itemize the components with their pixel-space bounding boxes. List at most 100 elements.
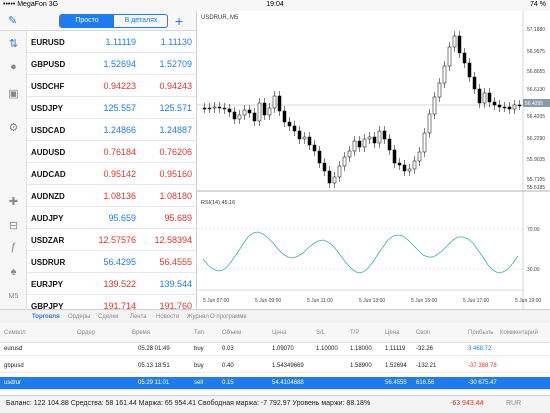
quote-ask: 191.760 xyxy=(159,301,192,309)
column-header[interactable]: Ордер xyxy=(77,330,95,336)
quote-bid: 1.11119 xyxy=(105,37,136,47)
column-header[interactable]: Символ xyxy=(4,330,26,336)
candle-body xyxy=(327,170,332,184)
trade-cell-type: sell xyxy=(194,380,204,386)
terminal-tab[interactable]: Ордеры xyxy=(68,314,90,320)
terminal-tab[interactable]: Торговля xyxy=(32,314,60,320)
terminal-tab[interactable]: Новости xyxy=(156,314,179,320)
sidebar: ⇅ ● ▣ ⚙ ✚ ⊟ ƒ ♠ M5 xyxy=(0,31,27,309)
quote-row[interactable]: USDJPY 125.557 125.571 xyxy=(27,97,196,119)
chat-icon[interactable]: ● xyxy=(0,61,27,73)
column-header[interactable]: Прибыль xyxy=(468,330,493,336)
candle-body xyxy=(297,130,302,140)
trade-cell-volume: 0.40 xyxy=(222,363,234,369)
indicator-icon[interactable]: ƒ xyxy=(0,241,27,253)
candle-body xyxy=(252,112,257,122)
candle-body xyxy=(352,140,357,152)
trade-row[interactable]: gbpusd 05.13 18:51 buy 0.40 1.54349669 1.5890… xyxy=(0,360,550,373)
column-header[interactable]: T/P xyxy=(350,330,359,336)
column-header[interactable]: Комментарий xyxy=(500,330,538,336)
quote-row[interactable]: AUDNZD 1.08136 1.08180 xyxy=(27,185,196,207)
trade-cell-price: 54.4104688 xyxy=(272,380,304,386)
quote-ask: 12.58394 xyxy=(154,235,192,245)
trade-row[interactable]: eurusd 05.28 01:49 buy 0.03 1.09070 1.10000 1.… xyxy=(0,343,550,356)
quote-row[interactable]: AUDJPY 95.659 95.689 xyxy=(27,207,196,229)
candle-body xyxy=(317,150,322,164)
trade-cell-cur: 1.11119 xyxy=(385,346,406,352)
column-header[interactable]: Время xyxy=(132,330,150,336)
candle-body xyxy=(247,109,252,114)
candle-body xyxy=(447,46,452,67)
quote-ask: 1.08180 xyxy=(159,191,192,201)
settings-icon[interactable]: ⚙ xyxy=(0,121,27,134)
currency-label: RUR xyxy=(506,400,522,407)
candle-body xyxy=(237,114,242,120)
candle-body xyxy=(357,140,362,148)
tab-detailed[interactable]: В деталях xyxy=(114,15,167,27)
candle-body xyxy=(432,96,437,115)
column-header[interactable]: Объем xyxy=(222,330,241,336)
timeframe-icon[interactable]: M5 xyxy=(0,293,27,300)
document-icon[interactable]: ▣ xyxy=(0,87,27,100)
terminal-tab[interactable]: О программе xyxy=(210,314,247,320)
tab-simple[interactable]: Просто xyxy=(60,15,114,27)
chart-canvas: USDRUR, M5 56.4295 57.1880 56.9975 56.8055… xyxy=(197,11,550,309)
trade-cell-profit: -30 675.47 xyxy=(468,380,497,386)
candle-body xyxy=(502,106,507,109)
add-symbol-icon[interactable]: + xyxy=(175,14,183,28)
quote-row[interactable]: USDCHF 0.94223 0.94243 xyxy=(27,75,196,97)
quote-row[interactable]: AUDUSD 0.76184 0.76206 xyxy=(27,141,196,163)
column-header[interactable]: Своп xyxy=(416,330,430,336)
quote-row[interactable]: EURUSD 1.11119 1.11130 xyxy=(27,31,196,53)
screen: ••••• MegaFon 3G 19:04 74 % ✎ Просто В д… xyxy=(0,0,550,413)
quote-row[interactable]: EURJPY 139.522 139.544 xyxy=(27,273,196,295)
objects-icon[interactable]: ⊟ xyxy=(0,219,27,232)
candle-body xyxy=(442,65,447,84)
terminal-tab[interactable]: Сделки xyxy=(98,314,118,320)
candle-body xyxy=(462,52,467,64)
trade-cell-swap: -32.26 xyxy=(416,346,434,352)
quote-row[interactable]: AUDCAD 0.95142 0.95160 xyxy=(27,163,196,185)
quote-row[interactable]: GBPJPY 191.714 191.760 xyxy=(27,295,196,309)
quote-symbol: USDCHF xyxy=(31,82,65,91)
rsi-tick-label: 70.00 xyxy=(527,227,540,233)
view-mode-segmented[interactable]: Просто В деталях xyxy=(59,14,168,28)
quotes-icon[interactable]: ⇅ xyxy=(0,37,27,50)
candle-body xyxy=(482,92,487,104)
candle-body xyxy=(262,102,267,116)
quote-ask: 139.544 xyxy=(159,279,192,289)
trade-cell-cur: 56.4555 xyxy=(385,380,407,386)
price-tick-label: 56.2290 xyxy=(527,136,545,142)
shapes-icon[interactable]: ♠ xyxy=(0,266,27,278)
quote-symbol: USDJPY xyxy=(31,104,64,113)
crosshair-icon[interactable]: ✚ xyxy=(0,195,27,208)
column-header[interactable]: Цена xyxy=(272,330,286,336)
quote-row[interactable]: GBPUSD 1.52694 1.52709 xyxy=(27,53,196,75)
candle-body xyxy=(267,107,272,116)
quote-row[interactable]: USDRUR 56.4295 56.4555 xyxy=(27,251,196,273)
status-bar: ••••• MegaFon 3G 19:04 74 % xyxy=(0,0,550,11)
candle-body xyxy=(472,76,477,90)
quote-row[interactable]: USDZAR 12.57576 12.58394 xyxy=(27,229,196,251)
candle-body xyxy=(322,162,327,172)
trade-cell-price: 1.54349669 xyxy=(272,363,304,369)
price-chart[interactable]: USDRUR, M5 56.4295 57.1880 56.9975 56.8055… xyxy=(196,11,550,309)
terminal-tab[interactable]: Журнал xyxy=(187,314,209,320)
terminal-tab[interactable]: Лента xyxy=(130,314,147,320)
quote-row[interactable]: USDCAD 1.24866 1.24887 xyxy=(27,119,196,141)
column-header[interactable]: S/L xyxy=(316,330,325,336)
column-header[interactable]: Цена xyxy=(385,330,399,336)
trade-cell-volume: 0.03 xyxy=(222,346,234,352)
candle-body xyxy=(212,106,217,109)
edit-icon[interactable]: ✎ xyxy=(8,14,17,28)
trade-table-header: Символ Ордер Время Тип Объем Цена S/L T/P Цена Св… xyxy=(0,323,550,343)
column-header[interactable]: Тип xyxy=(194,330,204,336)
quote-ask: 0.94243 xyxy=(159,81,192,91)
trade-cell-type: buy xyxy=(194,346,204,352)
trade-cell-symbol: eurusd xyxy=(4,346,23,352)
quote-bid: 95.659 xyxy=(108,213,136,223)
trade-row[interactable]: usdrur 05.29 11:01 sell 0.15 54.4104688 56.45… xyxy=(0,377,550,390)
candle-body xyxy=(372,136,377,144)
trade-cell-swap: 616.56 xyxy=(416,380,435,386)
candle-body xyxy=(407,168,412,172)
